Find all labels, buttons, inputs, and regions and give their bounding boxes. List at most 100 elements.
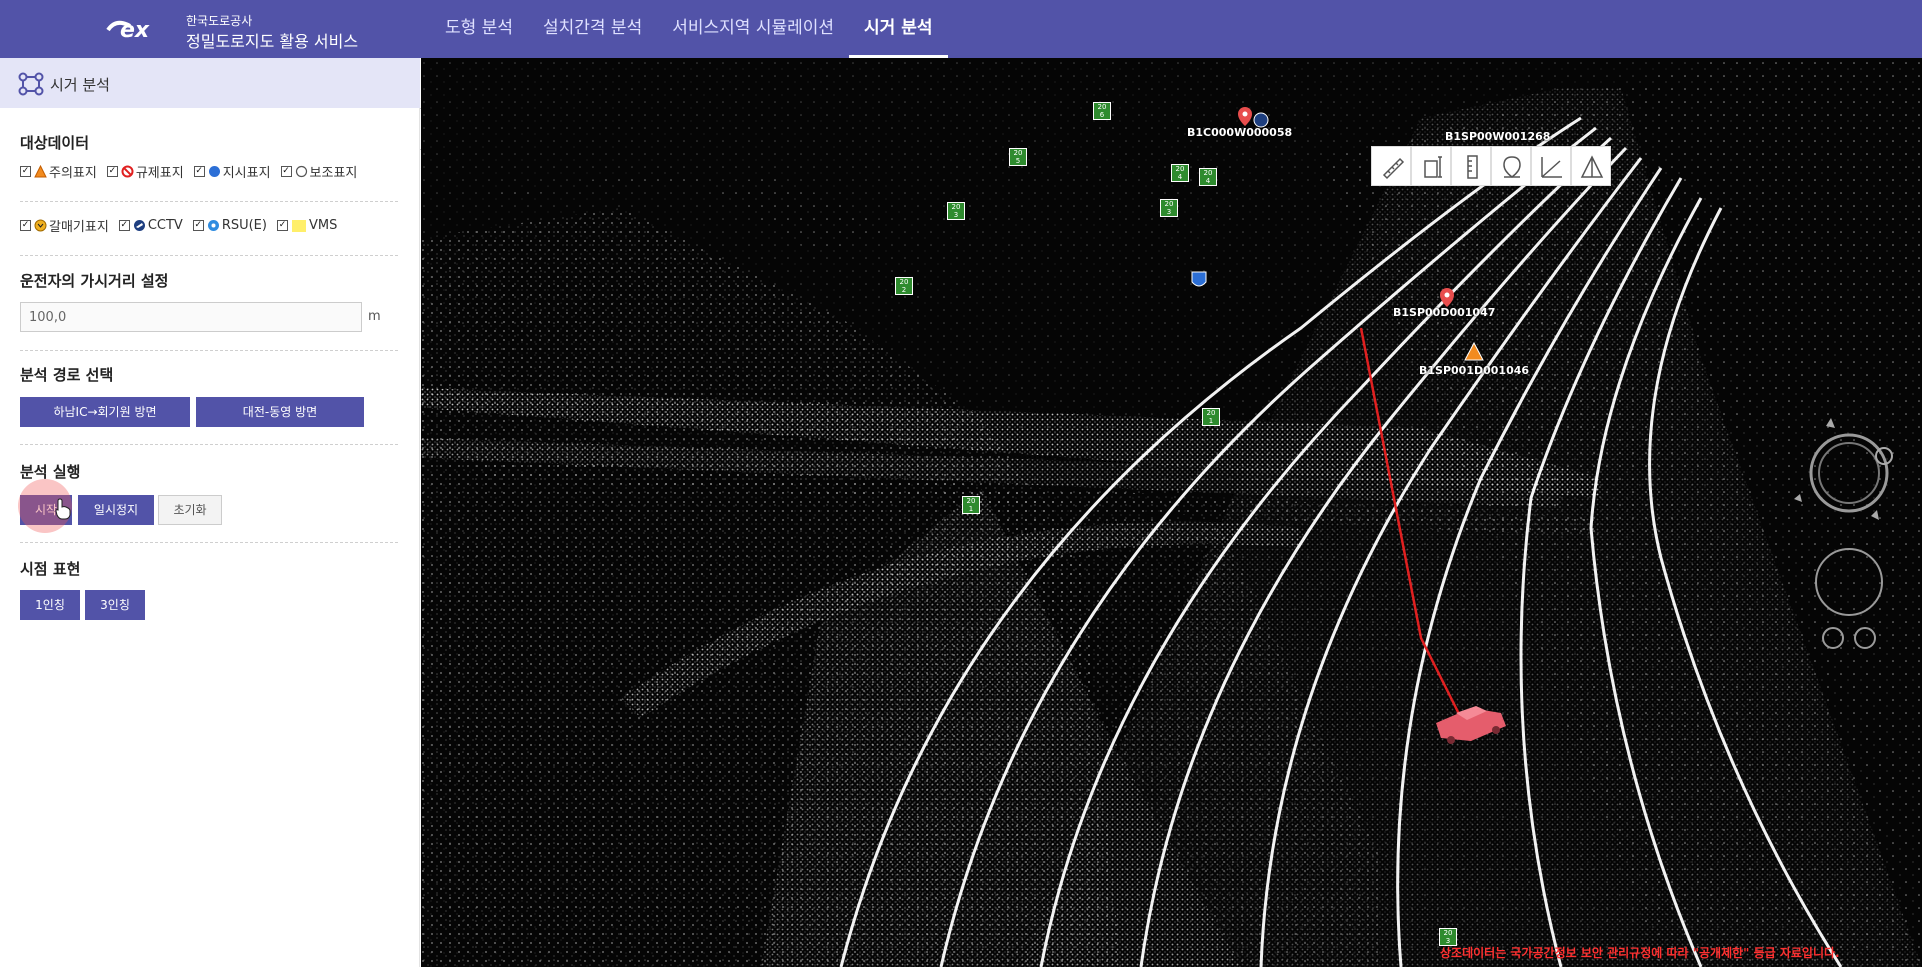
slope-icon	[1541, 157, 1562, 178]
tool-measure-distance-button[interactable]	[1371, 146, 1411, 186]
height-measure-icon	[1424, 156, 1442, 178]
chk-label: 보조표지	[309, 166, 358, 181]
divider	[20, 350, 398, 351]
network-icon	[18, 72, 44, 96]
sign-bottom: 4	[1205, 177, 1211, 185]
sign-bottom: 3	[1166, 208, 1172, 216]
org-name: 한국도로공사	[186, 14, 253, 28]
tool-measure-height-button[interactable]	[1411, 146, 1451, 186]
sign-top: 20	[1097, 103, 1107, 111]
chk-label: RSU(E)	[221, 218, 267, 233]
first-person-button[interactable]: 1인칭	[20, 590, 80, 620]
security-notice: 상조데이터는 국가공간정보 보안 관리규정에 따라 "공개제한" 등급 자료입니…	[1440, 946, 1840, 960]
rsu-icon	[207, 220, 219, 231]
distance-sign[interactable]: 20 3	[947, 202, 965, 220]
cctv-icon	[133, 220, 145, 231]
cctv-icon[interactable]	[1253, 112, 1269, 128]
distance-sign[interactable]: 20 1	[1202, 408, 1220, 426]
chk-label: CCTV	[147, 218, 183, 233]
target-row-2: ✓ 갈매기표지 ✓ CCTV ✓ RSU(E) ✓ VMS	[20, 216, 347, 235]
checkbox[interactable]: ✓	[193, 166, 205, 177]
object-label: B1SP001D001046	[1419, 364, 1530, 377]
route-label: 분석 경로 선택	[20, 366, 114, 384]
reset-button[interactable]: 초기화	[158, 495, 222, 525]
object-label: B1SP00W001268	[1445, 130, 1550, 143]
route-hanam-button[interactable]: 하남IC→회기원 방면	[20, 397, 190, 427]
tool-measure-vertical-button[interactable]	[1451, 146, 1491, 186]
distance-sign[interactable]: 20 5	[1009, 148, 1027, 166]
tab-interval-analysis[interactable]: 설치간격 분석	[528, 0, 657, 58]
panel-header: 시거 분석	[0, 58, 420, 108]
sign-top: 20	[1206, 409, 1216, 417]
map-viewport[interactable]: 2019 ▼ B1C000W000058 B1SP00W001268 B1SP0…	[421, 58, 1922, 967]
tab-service-area-simulation[interactable]: 서비스지역 시뮬레이션	[657, 0, 849, 58]
sign-top: 20	[899, 278, 909, 286]
checkbox[interactable]: ✓	[20, 220, 31, 231]
checkbox[interactable]: ✓	[106, 166, 118, 177]
chk-caution-sign[interactable]: ✓ 주의표지	[20, 162, 97, 181]
chk-regulatory-sign[interactable]: ✓ 규제표지	[106, 162, 184, 181]
chevron-sign-icon	[34, 219, 47, 232]
chk-label: 갈매기표지	[49, 220, 109, 235]
sign-bottom: 1	[968, 505, 974, 513]
route-shield-icon	[1191, 271, 1207, 287]
checkbox[interactable]: ✓	[276, 220, 288, 231]
sign-bottom: 2	[901, 286, 907, 294]
divider	[20, 201, 398, 202]
service-name: 정밀도로지도 활용 서비스	[186, 32, 359, 51]
divider	[20, 444, 398, 445]
top-header: ex 한국도로공사 정밀도로지도 활용 서비스 도형 분석 설치간격 분석 서비…	[0, 0, 1922, 58]
triangle-icon	[1580, 155, 1604, 178]
empty-circle-icon	[295, 165, 307, 178]
blue-circle-icon	[208, 166, 220, 177]
divider	[20, 542, 398, 543]
checkbox[interactable]: ✓	[192, 220, 204, 231]
route-daejeon-button[interactable]: 대전-동영 방면	[196, 397, 364, 427]
target-data-label: 대상데이터	[20, 134, 90, 152]
distance-sign[interactable]: 20 6	[1093, 102, 1111, 120]
checkbox[interactable]: ✓	[118, 220, 130, 231]
chk-label: VMS	[308, 218, 338, 233]
sign-bottom: 5	[1015, 157, 1021, 165]
chk-vms[interactable]: ✓ VMS	[276, 218, 338, 233]
point-cloud-scene	[421, 58, 1922, 967]
unit-label: m	[368, 309, 381, 324]
distance-sign[interactable]: 20 4	[1171, 164, 1189, 182]
visibility-distance-input[interactable]	[20, 302, 362, 332]
chk-instruction-sign[interactable]: ✓ 지시표지	[193, 162, 271, 181]
sign-bottom: 6	[1099, 111, 1105, 119]
sign-top: 20	[1203, 169, 1213, 177]
sign-top: 20	[1443, 929, 1453, 937]
label-part: W001268	[1492, 130, 1551, 143]
vertical-ruler-icon	[1467, 155, 1478, 179]
sign-bottom: 3	[953, 211, 959, 219]
checkbox[interactable]: ✓	[20, 166, 31, 177]
third-person-button[interactable]: 3인칭	[85, 590, 145, 620]
distance-sign[interactable]: 20 3	[1160, 199, 1178, 217]
vms-icon	[291, 219, 306, 232]
chk-cctv[interactable]: ✓ CCTV	[118, 218, 183, 233]
pause-button[interactable]: 일시정지	[78, 495, 154, 525]
chk-label: 주의표지	[49, 166, 97, 181]
chk-auxiliary-sign[interactable]: ✓ 보조표지	[280, 162, 358, 181]
chk-label: 규제표지	[135, 166, 184, 181]
tool-measure-triangle-button[interactable]	[1571, 146, 1611, 186]
distance-sign[interactable]: 20 2	[895, 277, 913, 295]
tool-measure-area-button[interactable]	[1491, 146, 1531, 186]
chk-label: 지시표지	[222, 166, 271, 181]
sign-bottom: 1	[1208, 417, 1214, 425]
chk-rsu[interactable]: ✓ RSU(E)	[192, 218, 267, 233]
warning-triangle-icon	[34, 165, 47, 178]
prohibited-icon	[121, 165, 134, 178]
checkbox[interactable]: ✓	[280, 166, 292, 177]
tab-sight-distance-analysis[interactable]: 시거 분석	[849, 0, 948, 58]
panel-title: 시거 분석	[50, 76, 110, 94]
distance-sign[interactable]: 20 1	[962, 496, 980, 514]
chk-chevron-sign[interactable]: ✓ 갈매기표지	[20, 216, 109, 235]
label-part: B1SP00	[1393, 306, 1441, 319]
tool-measure-slope-button[interactable]	[1531, 146, 1571, 186]
object-label: B1C000W000058	[1187, 126, 1293, 139]
sign-top: 20	[1013, 149, 1023, 157]
tab-shape-analysis[interactable]: 도형 분석	[430, 0, 528, 58]
distance-sign[interactable]: 20 4	[1199, 168, 1217, 186]
